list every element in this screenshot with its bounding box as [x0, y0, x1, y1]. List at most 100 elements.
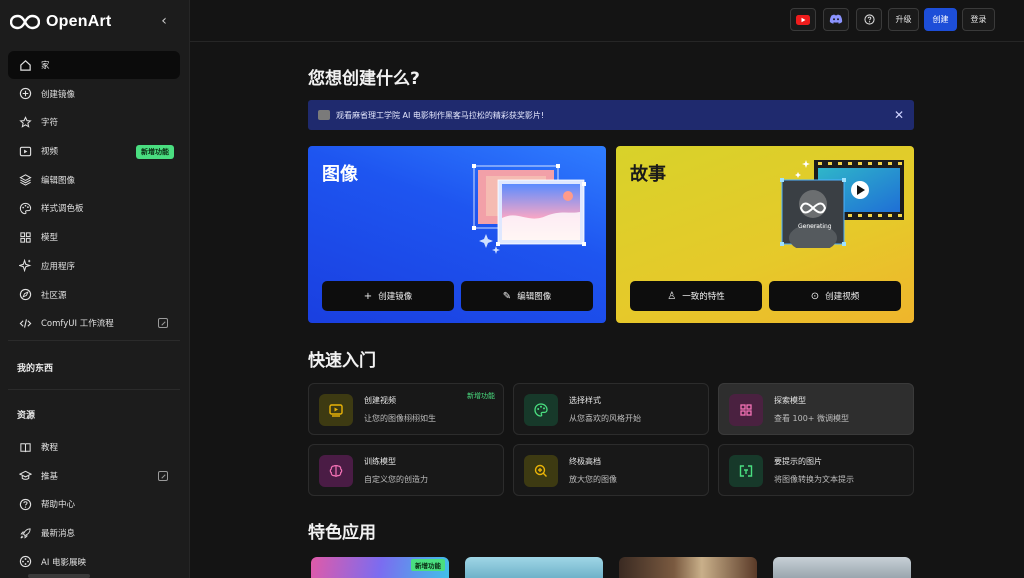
announcement-banner[interactable]: 观看麻省理工学院 AI 电影制作黑客马拉松的精彩获奖影片! ✕ — [308, 100, 914, 130]
close-icon[interactable]: ✕ — [894, 108, 904, 122]
create-image-button[interactable]: + 创建镜像 — [322, 281, 454, 311]
featured-app-card[interactable] — [465, 557, 603, 578]
home-icon — [18, 58, 32, 72]
featured-app-card[interactable] — [773, 557, 911, 578]
palette-icon — [524, 394, 558, 426]
quickstart-subtitle: 自定义您的创造力 — [364, 475, 428, 484]
discord-icon — [829, 14, 843, 24]
nav-item-help-center[interactable]: 帮助中心 — [8, 490, 180, 518]
quickstart-subtitle: 让您的图像栩栩如生 — [364, 414, 436, 423]
nav-item-style-palette[interactable]: 样式调色板 — [8, 194, 180, 222]
sidebar-divider — [8, 340, 180, 341]
image-hero-title: 图像 — [322, 164, 358, 185]
story-illustration — [780, 160, 904, 248]
chevron-left-icon: ‹ — [161, 13, 167, 29]
generating-label: Generating — [798, 223, 832, 230]
nav-item-edit-image[interactable]: 编辑图像 — [8, 166, 180, 194]
sidebar-scrollbar[interactable] — [28, 574, 90, 578]
nav-item-characters[interactable]: 字符 — [8, 108, 180, 136]
code-icon — [18, 316, 32, 330]
quickstart-ultimate-upscale[interactable]: 终极高档 放大您的图像 — [513, 444, 709, 496]
quickstart-subtitle: 查看 100+ 微调模型 — [774, 414, 850, 423]
openart-logo-icon — [10, 14, 40, 30]
upgrade-button[interactable]: 升级 — [888, 8, 919, 31]
nav-item-create-image[interactable]: 创建镜像 — [8, 80, 180, 108]
collapse-sidebar-button[interactable]: ‹ — [156, 12, 172, 30]
new-feature-badge: 新增功能 — [467, 392, 495, 400]
nav-item-video[interactable]: 视频 新增功能 — [8, 137, 180, 165]
graduation-cap-icon — [18, 469, 32, 483]
nav-item-home[interactable]: 家 — [8, 51, 180, 79]
image-to-text-icon — [729, 455, 763, 487]
nav-item-label: 编辑图像 — [41, 175, 76, 186]
nav-item-models[interactable]: 模型 — [8, 223, 180, 251]
consistent-character-label: 一致的特性 — [682, 292, 725, 302]
image-hero-card[interactable]: 图像 + 创建镜像 ✎ 编辑图像 — [308, 146, 606, 323]
create-button[interactable]: 创建 — [924, 8, 957, 31]
pencil-icon: ✎ — [502, 290, 512, 302]
plus-icon: + — [363, 290, 373, 302]
story-hero-card[interactable]: 故事 Generating ♙ 一致的特性 ⊙ 创建视频 — [616, 146, 914, 323]
grid-icon — [18, 230, 32, 244]
film-reel-icon — [18, 555, 32, 569]
quickstart-train-model[interactable]: 训练模型 自定义您的创造力 — [308, 444, 504, 496]
youtube-icon — [796, 14, 810, 25]
create-video-button[interactable]: ⊙ 创建视频 — [769, 281, 901, 311]
nav-item-apps[interactable]: 应用程序 — [8, 252, 180, 280]
featured-apps-heading: 特色应用 — [308, 523, 376, 543]
featured-app-card[interactable] — [619, 557, 757, 578]
nav-item-comfyui-workflows[interactable]: ComfyUI 工作流程 — [8, 309, 180, 337]
quickstart-image-to-prompt[interactable]: 要提示的图片 将图像转换为文本提示 — [718, 444, 914, 496]
youtube-button[interactable] — [790, 8, 816, 31]
nav-item-ai-film-festival[interactable]: AI 电影展映 — [8, 548, 180, 576]
page-title: 您想创建什么? — [308, 69, 420, 89]
nav-item-tutorials[interactable]: 教程 — [8, 433, 180, 461]
nav-item-community[interactable]: 社区源 — [8, 281, 180, 309]
star-person-icon — [18, 115, 32, 129]
zoom-in-icon — [524, 455, 558, 487]
help-circle-icon — [18, 497, 32, 511]
quickstart-create-video[interactable]: 创建视频 让您的图像栩栩如生 新增功能 — [308, 383, 504, 435]
compass-icon — [18, 288, 32, 302]
nav-item-label: 字符 — [41, 118, 59, 129]
edit-image-button[interactable]: ✎ 编辑图像 — [461, 281, 593, 311]
external-link-icon — [158, 470, 168, 481]
edit-image-label: 编辑图像 — [517, 292, 552, 302]
rocket-icon — [18, 526, 32, 540]
nav-item-label: 家 — [41, 61, 50, 71]
sidebar-divider — [8, 389, 180, 390]
palette-icon — [18, 201, 32, 215]
image-illustration — [472, 164, 586, 254]
brand-logo[interactable]: OpenArt — [10, 12, 111, 32]
quickstart-heading: 快速入门 — [308, 351, 376, 371]
nav-item-label: ComfyUI 工作流程 — [41, 319, 114, 330]
quickstart-subtitle: 放大您的图像 — [569, 475, 617, 484]
login-button[interactable]: 登录 — [962, 8, 995, 31]
film-thumbnail-icon — [318, 110, 330, 120]
my-stuff-heading[interactable]: 我的东西 — [17, 361, 53, 374]
create-video-label: 创建视频 — [825, 292, 860, 302]
consistent-character-button[interactable]: ♙ 一致的特性 — [630, 281, 762, 311]
top-bar: 升级 创建 登录 — [190, 0, 1024, 42]
quickstart-choose-style[interactable]: 选择样式 从您喜欢的风格开始 — [513, 383, 709, 435]
quickstart-title: 探索模型 — [774, 396, 806, 405]
new-feature-badge: 新增功能 — [411, 559, 445, 571]
plus-circle-icon — [18, 87, 32, 101]
featured-app-card[interactable]: 新增功能 — [311, 557, 449, 578]
quickstart-explore-models[interactable]: 探索模型 查看 100+ 微调模型 — [718, 383, 914, 435]
video-icon — [18, 144, 32, 158]
nav-item-label: 样式调色板 — [41, 204, 84, 215]
resources-nav: 教程 推基 帮助中心 最新消息 AI 电影展映 — [8, 433, 180, 576]
nav-item-label: 最新消息 — [41, 529, 76, 540]
nav-item-academy[interactable]: 推基 — [8, 462, 180, 490]
nav-item-label: 模型 — [41, 233, 59, 244]
layers-icon — [18, 173, 32, 187]
nav-item-whats-new[interactable]: 最新消息 — [8, 519, 180, 547]
help-button[interactable] — [856, 8, 882, 31]
quickstart-subtitle: 将图像转换为文本提示 — [774, 475, 854, 484]
resources-heading: 资源 — [17, 411, 36, 421]
discord-button[interactable] — [823, 8, 849, 31]
brand-name: OpenArt — [46, 13, 112, 30]
sidebar: OpenArt ‹ 家 创建镜像 字符 视频 新增功能 编辑图像 样式调色板 模… — [0, 0, 190, 578]
nav-item-label: AI 电影展映 — [41, 557, 87, 568]
